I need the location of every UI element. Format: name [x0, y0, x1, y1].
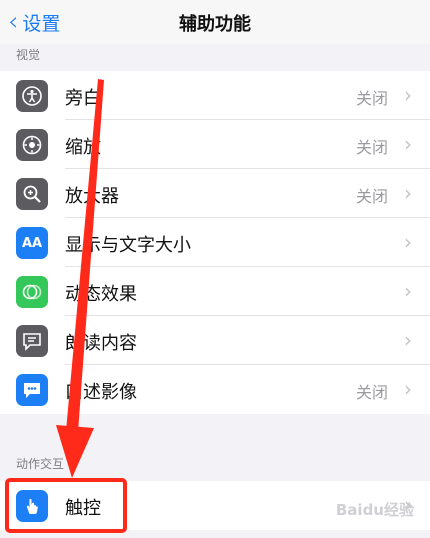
watermark: Baidu经验 [335, 501, 414, 519]
arrow-icon [56, 79, 104, 478]
